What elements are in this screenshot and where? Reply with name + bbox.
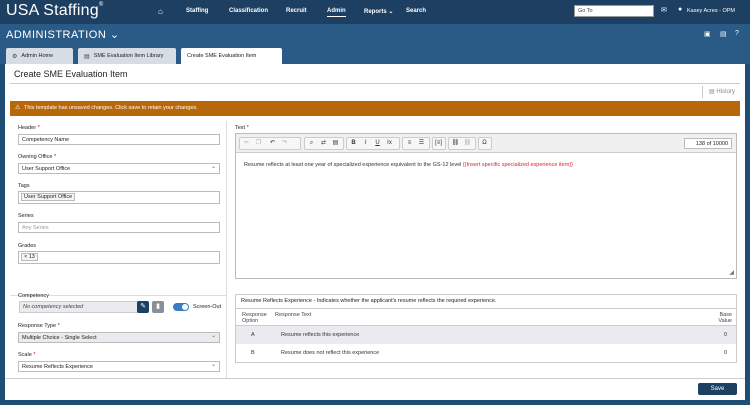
response-table-title: Resume Reflects Experience - Indicates w…	[241, 298, 497, 304]
placeholder-icon[interactable]: [≡]	[433, 138, 444, 149]
chevron-down-icon: ⌄	[109, 29, 120, 41]
admin-header: ADMINISTRATION ⌄ ▣ ▤ ?	[0, 24, 750, 44]
divider	[5, 378, 745, 379]
admin-title[interactable]: ADMINISTRATION ⌄	[6, 28, 120, 41]
nav-admin[interactable]: Admin	[327, 8, 346, 17]
header-input[interactable]: Competency Name	[18, 134, 220, 145]
tab-admin-home[interactable]: ⚙ Admin Home	[6, 48, 73, 64]
tags-label: Tags	[18, 183, 30, 189]
nav-recruit[interactable]: Recruit	[286, 8, 307, 14]
grades-input[interactable]: × 13	[18, 251, 220, 264]
owning-office-label: Owning Office *	[18, 154, 57, 160]
goto-input[interactable]: Go To	[574, 5, 654, 17]
row-option: B	[251, 350, 255, 356]
chevron-down-icon: ⌄	[388, 9, 394, 15]
history-icon: ▤	[708, 89, 715, 95]
owning-office-select[interactable]: User Support Office	[18, 163, 220, 174]
nav-classification[interactable]: Classification	[229, 8, 268, 14]
column-header-option: Response Option	[242, 312, 267, 324]
column-header-value: Base Value	[718, 312, 732, 324]
nav-staffing[interactable]: Staffing	[186, 8, 208, 14]
unlink-icon[interactable]: ⛓	[462, 138, 473, 149]
numbered-list-icon[interactable]: ≡	[404, 138, 415, 149]
app-logo[interactable]: USA Staffing®	[6, 2, 103, 20]
tab-bar: ⚙ Admin Home ▤ SME Evaluation Item Library…	[0, 44, 750, 64]
row-text: Resume does not reflect this experience	[281, 350, 380, 356]
unsaved-warning: ⚠ This template has unsaved changes. Cli…	[10, 101, 740, 116]
row-text: Resume reflects this experience	[281, 332, 360, 338]
clear-format-icon[interactable]: Ix	[384, 138, 395, 149]
column-header-text: Response Text	[275, 312, 312, 318]
response-table: Resume Reflects Experience - Indicates w…	[235, 294, 737, 363]
header-label: Header *	[18, 125, 40, 131]
grade-chip[interactable]: × 13	[21, 253, 38, 261]
user-icon[interactable]: ●	[678, 6, 682, 13]
tab-sme-library[interactable]: ▤ SME Evaluation Item Library	[78, 48, 176, 64]
select-all-icon[interactable]: ▤	[330, 138, 341, 149]
user-menu[interactable]: Kasey Acres - OPM	[687, 8, 735, 14]
help-icon[interactable]: ?	[735, 30, 739, 37]
home-icon[interactable]: ⌂	[158, 7, 163, 16]
resize-handle-icon[interactable]: ◢	[729, 269, 734, 276]
link-icon[interactable]: ⛓	[450, 138, 461, 149]
special-char-icon[interactable]: Ω	[479, 138, 490, 149]
history-button[interactable]: ▤ History	[701, 86, 735, 98]
mail-icon[interactable]: ✉	[661, 6, 667, 14]
placeholder-token: {{Insert specific specialized experience…	[462, 162, 573, 168]
redo-icon[interactable]: ↷	[279, 138, 290, 149]
briefcase-icon[interactable]: ▣	[704, 30, 711, 38]
gear-icon: ⚙	[12, 54, 18, 60]
row-option: A	[251, 332, 255, 338]
table-row[interactable]: A Resume reflects this experience 0	[236, 326, 736, 344]
series-label: Series	[18, 213, 34, 219]
table-header: Response Option Response Text Base Value	[236, 308, 736, 326]
column-divider	[226, 121, 227, 378]
rich-text-editor[interactable]: ✂ ❐ ↶ ↷ ⌕ ⇄ ▤ B I U Ix ≡ ☰ [≡] ⛓ ⛓ Ω 138…	[235, 133, 737, 279]
row-value: 0	[724, 350, 728, 356]
trash-icon[interactable]: ▮	[152, 301, 164, 313]
top-navbar: USA Staffing® ⌂ Staffing Classification …	[0, 0, 750, 24]
grades-label: Grades	[18, 243, 37, 249]
nav-reports[interactable]: Reports ⌄	[364, 8, 393, 15]
scale-select[interactable]: Resume Reflects Experience	[18, 361, 220, 372]
scale-label: Scale *	[18, 352, 36, 358]
series-input[interactable]: Any Series	[18, 222, 220, 233]
competency-field: No competency selected	[19, 301, 139, 313]
screen-out-toggle[interactable]	[173, 303, 189, 311]
tag-chip[interactable]: User Support Office	[21, 193, 76, 201]
tags-input[interactable]: User Support Office	[18, 191, 220, 204]
document-icon: ▤	[84, 54, 90, 60]
italic-icon[interactable]: I	[360, 138, 371, 149]
edit-icon[interactable]: ✎	[137, 301, 149, 313]
close-icon[interactable]: ×	[24, 254, 27, 260]
row-value: 0	[724, 332, 728, 338]
cut-icon[interactable]: ✂	[241, 138, 252, 149]
main-panel: Create SME Evaluation Item ▤ History ⚠ T…	[5, 64, 745, 400]
tab-create-sme[interactable]: Create SME Evaluation Item	[181, 48, 282, 64]
replace-icon[interactable]: ⇄	[318, 138, 329, 149]
find-icon[interactable]: ⌕	[306, 138, 317, 149]
bold-icon[interactable]: B	[348, 138, 359, 149]
table-row[interactable]: B Resume does not reflect this experienc…	[236, 344, 736, 362]
bulleted-list-icon[interactable]: ☰	[416, 138, 427, 149]
divider	[10, 83, 740, 84]
response-type-select[interactable]: Multiple Choice - Single Select	[18, 332, 220, 343]
undo-icon[interactable]: ↶	[267, 138, 278, 149]
save-button[interactable]: Save	[698, 383, 737, 395]
warning-icon: ⚠	[15, 105, 21, 111]
nav-search[interactable]: Search	[406, 8, 426, 14]
underline-icon[interactable]: U	[372, 138, 383, 149]
char-counter: 138 of 10000	[684, 138, 732, 149]
response-type-label: Response Type *	[18, 323, 60, 329]
competency-label: Competency	[18, 293, 49, 299]
copy-icon[interactable]: ❐	[253, 138, 264, 149]
text-label: Text *	[235, 125, 249, 131]
chat-icon[interactable]: ▤	[720, 30, 727, 38]
page-title: Create SME Evaluation Item	[14, 69, 128, 79]
screen-out-label: Screen-Out	[193, 304, 222, 310]
editor-toolbar: ✂ ❐ ↶ ↷ ⌕ ⇄ ▤ B I U Ix ≡ ☰ [≡] ⛓ ⛓ Ω 138…	[236, 134, 736, 153]
editor-content[interactable]: Resume reflects at least one year of spe…	[244, 162, 573, 168]
